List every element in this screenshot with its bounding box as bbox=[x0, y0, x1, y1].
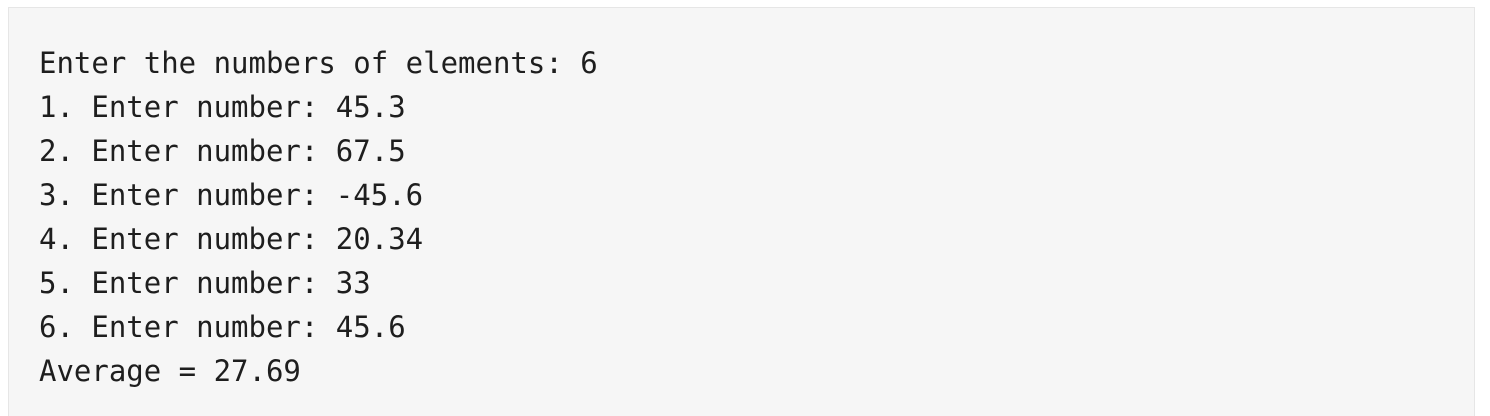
console-line-prompt-count: Enter the numbers of elements: 6 bbox=[39, 46, 598, 80]
console-line-input-1: 1. Enter number: 45.3 bbox=[39, 90, 406, 124]
console-line-input-3: 3. Enter number: -45.6 bbox=[39, 178, 424, 212]
console-output: Enter the numbers of elements: 6 1. Enter… bbox=[39, 41, 598, 393]
console-line-input-5: 5. Enter number: 33 bbox=[39, 266, 371, 300]
console-line-input-6: 6. Enter number: 45.6 bbox=[39, 310, 406, 344]
console-line-input-2: 2. Enter number: 67.5 bbox=[39, 134, 406, 168]
console-line-input-4: 4. Enter number: 20.34 bbox=[39, 222, 424, 256]
console-line-average: Average = 27.69 bbox=[39, 354, 301, 388]
program-output-panel: Enter the numbers of elements: 6 1. Enter… bbox=[8, 7, 1475, 416]
